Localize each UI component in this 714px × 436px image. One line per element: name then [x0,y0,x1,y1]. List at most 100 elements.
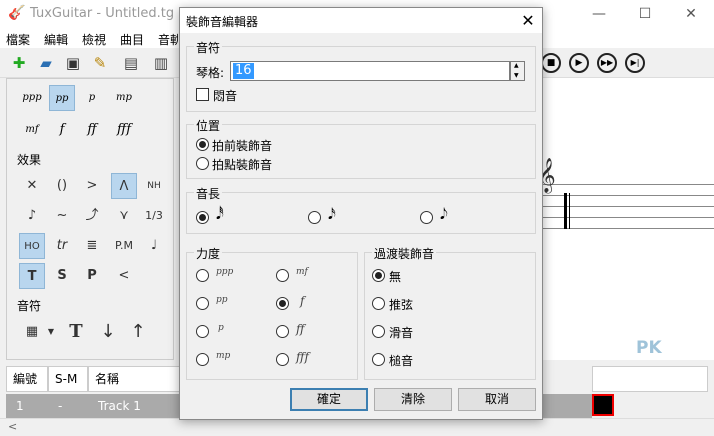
effect-slapping[interactable]: S [49,263,75,289]
next-icon[interactable]: ▶| [625,53,645,73]
effect-heavy-accent[interactable]: Λ [111,173,137,199]
menu-edit[interactable]: 編輯 [44,31,68,48]
print-icon[interactable]: ▤ [120,52,142,74]
effect-trill[interactable]: tr [49,233,75,259]
fret-spinner-buttons[interactable]: ▲ ▼ [510,61,525,81]
effect-accent[interactable]: > [79,173,105,199]
scroll-left-icon[interactable]: < [8,420,17,433]
text-icon[interactable]: T [63,319,89,345]
position-before-beat-radio[interactable] [196,138,209,151]
effect-ghost-note[interactable]: () [49,173,75,199]
effect-tapping[interactable]: T [19,263,45,289]
effect-tremolo-bar[interactable]: ⋎ [111,203,137,229]
dynamic-mf[interactable]: mf [19,117,45,143]
clear-button[interactable]: 清除 [374,388,452,411]
dropdown-arrow-icon[interactable]: ▼ [45,319,57,345]
effect-tuplet[interactable]: 1/3 [141,203,167,229]
track-row-filler[interactable] [543,394,592,418]
dynamic-ppp-radio[interactable] [196,269,209,282]
effects-section-label: 效果 [17,153,42,167]
effect-bend[interactable]: ⤴ [79,203,105,229]
transition-hammer-radio[interactable] [372,353,385,366]
dynamic-f-radio[interactable] [276,297,289,310]
track-row-name[interactable]: Track 1 [88,394,180,418]
effect-grace-note[interactable]: ♪ [19,203,45,229]
cancel-button[interactable]: 取消 [458,388,536,411]
effect-hammer-on[interactable]: HO [19,233,45,259]
duration-32nd-radio[interactable] [308,211,321,224]
open-file-icon[interactable]: ▰ [35,52,57,74]
col-sm[interactable]: S-M [48,366,88,392]
shift-up-icon[interactable]: ↑ [125,319,151,345]
transition-slide-radio[interactable] [372,325,385,338]
stop-icon[interactable]: ■ [541,53,561,73]
spin-up-icon[interactable]: ▲ [514,62,519,69]
effect-popping[interactable]: P [79,263,105,289]
effect-dead-note[interactable]: ✕ [19,173,45,199]
effect-palm-mute[interactable]: P.M [111,233,137,259]
close-window-button[interactable]: ✕ [668,0,714,28]
dynamic-mp[interactable]: mp [111,85,137,111]
fret-spinner-input[interactable]: 16 [230,61,510,81]
dynamic-ff[interactable]: ff [79,117,105,143]
shift-down-icon[interactable]: ↓ [95,319,121,345]
effect-vibrato[interactable]: ~ [49,203,75,229]
chord-icon[interactable]: ▦ [19,319,45,345]
menu-file[interactable]: 檔案 [6,31,30,48]
effect-staccato[interactable]: ♩ [141,233,167,259]
dynamic-fff-radio[interactable] [276,353,289,366]
spin-down-icon[interactable]: ▼ [514,72,519,79]
measure-marker[interactable] [592,394,614,416]
dynamic-ff-radio[interactable] [276,325,289,338]
track-row-number[interactable]: 1 [6,394,48,418]
effect-fade-in[interactable]: < [111,263,137,289]
dynamic-ppp[interactable]: ppp [19,85,45,111]
dynamic-ff-label: ff [296,322,305,336]
col-number[interactable]: 編號 [6,366,48,392]
save-as-icon[interactable]: ✎ [89,52,111,74]
dynamic-fff[interactable]: fff [111,117,137,143]
transition-none-radio[interactable] [372,269,385,282]
effect-harmonic[interactable]: NH [141,173,167,199]
dead-note-checkbox[interactable] [196,88,209,101]
dynamic-mp-radio[interactable] [196,353,209,366]
position-on-beat-radio[interactable] [196,157,209,170]
save-icon[interactable]: ▣ [62,52,84,74]
position-on-beat-label: 拍點裝飾音 [212,158,273,172]
dynamic-f[interactable]: f [49,117,75,143]
staff-line [536,228,714,229]
effect-tremolo-picking[interactable]: ≣ [79,233,105,259]
dynamic-p-radio[interactable] [196,325,209,338]
dynamic-pp-radio[interactable] [196,297,209,310]
transition-slide-label: 滑音 [389,326,414,340]
dynamic-pp[interactable]: pp [49,85,75,111]
minimize-button[interactable]: — [576,0,622,28]
transition-bend-radio[interactable] [372,297,385,310]
dynamic-mf-label: mf [296,267,308,277]
fast-forward-icon[interactable]: ▶▶ [597,53,617,73]
menu-track[interactable]: 曲目 [120,31,144,48]
dynamic-group-label: 力度 [194,245,223,262]
maximize-button[interactable]: ☐ [622,0,668,28]
duration-16th-radio[interactable] [420,211,433,224]
print-preview-icon[interactable]: ▥ [150,52,172,74]
new-file-icon[interactable]: ✚ [8,52,30,74]
fret-label: 琴格: [196,66,225,80]
menu-voice[interactable]: 音軌 [158,31,178,48]
duration-group [186,192,536,234]
dynamic-p[interactable]: p [79,85,105,111]
col-name[interactable]: 名稱 [88,366,180,392]
edit-tool-panel: ppp pp p mp mf f ff fff 效果 ✕ () > Λ NH ♪… [6,78,174,360]
menu-view[interactable]: 檢視 [82,31,106,48]
track-row-sm[interactable]: - [48,394,88,418]
duration-64th-radio[interactable] [196,211,209,224]
dialog-close-icon[interactable]: ✕ [514,8,542,33]
ok-button[interactable]: 確定 [290,388,368,411]
dynamic-mf-radio[interactable] [276,269,289,282]
play-icon[interactable]: ▶ [569,53,589,73]
score-area[interactable] [536,78,714,360]
dynamic-fff-label: fff [296,350,309,364]
grace-note-dialog: 裝飾音編輯器 ✕ 音符 琴格: 16 ▲ ▼ 悶音 位置 拍前裝飾音 拍點裝飾音… [179,7,543,420]
staff-line [536,184,714,185]
horizontal-scrollbar[interactable]: < [0,418,714,436]
